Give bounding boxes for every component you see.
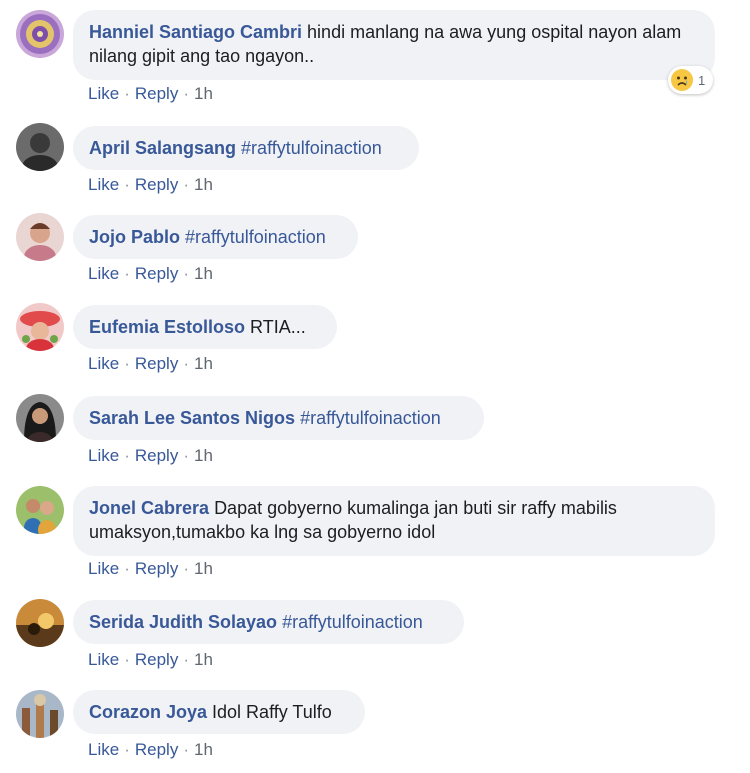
like-link[interactable]: Like [88, 559, 119, 578]
comment-actions: Like · Reply · 1h [88, 559, 213, 579]
separator-dot: · [124, 740, 130, 759]
comment-bubble: April Salangsang #raffytulfoinaction [73, 126, 419, 170]
hashtag-link[interactable]: #raffytulfoinaction [282, 612, 423, 632]
reply-link[interactable]: Reply [135, 446, 178, 465]
separator-dot: · [183, 740, 189, 759]
separator-dot: · [183, 84, 189, 103]
like-link[interactable]: Like [88, 650, 119, 669]
separator-dot: · [183, 354, 189, 373]
separator-dot: · [124, 175, 130, 194]
hashtag-link[interactable]: #raffytulfoinaction [241, 138, 382, 158]
like-link[interactable]: Like [88, 175, 119, 194]
comment-actions: Like · Reply · 1h [88, 84, 213, 104]
comment-actions: Like · Reply · 1h [88, 446, 213, 466]
reply-link[interactable]: Reply [135, 650, 178, 669]
separator-dot: · [124, 84, 130, 103]
separator-dot: · [183, 446, 189, 465]
reaction-number: 1 [698, 72, 706, 88]
author-name[interactable]: Jojo Pablo [89, 227, 180, 247]
comment-text: Idol Raffy Tulfo [212, 702, 332, 722]
avatar[interactable] [16, 690, 64, 738]
hashtag-link[interactable]: #raffytulfoinaction [185, 227, 326, 247]
author-name[interactable]: April Salangsang [89, 138, 236, 158]
timestamp[interactable]: 1h [194, 175, 213, 194]
author-name[interactable]: Jonel Cabrera [89, 498, 209, 518]
like-link[interactable]: Like [88, 264, 119, 283]
like-link[interactable]: Like [88, 354, 119, 373]
separator-dot: · [183, 264, 189, 283]
comment-bubble: Sarah Lee Santos Nigos #raffytulfoinactio… [73, 396, 484, 440]
sad-emoji-icon [670, 68, 694, 92]
comment-text: RTIA... [250, 317, 306, 337]
comment-bubble: Eufemia Estolloso RTIA... [73, 305, 337, 349]
avatar[interactable] [16, 10, 64, 58]
author-name[interactable]: Sarah Lee Santos Nigos [89, 408, 295, 428]
author-name[interactable]: Eufemia Estolloso [89, 317, 245, 337]
comment-bubble: Hanniel Santiago Cambri hindi manlang na … [73, 10, 715, 80]
reply-link[interactable]: Reply [135, 264, 178, 283]
timestamp[interactable]: 1h [194, 740, 213, 759]
timestamp[interactable]: 1h [194, 264, 213, 283]
comment-actions: Like · Reply · 1h [88, 264, 213, 284]
separator-dot: · [183, 650, 189, 669]
reply-link[interactable]: Reply [135, 740, 178, 759]
comment-actions: Like · Reply · 1h [88, 740, 213, 760]
like-link[interactable]: Like [88, 84, 119, 103]
comment-actions: Like · Reply · 1h [88, 175, 213, 195]
timestamp[interactable]: 1h [194, 446, 213, 465]
separator-dot: · [124, 650, 130, 669]
author-name[interactable]: Hanniel Santiago Cambri [89, 22, 302, 42]
reply-link[interactable]: Reply [135, 175, 178, 194]
separator-dot: · [183, 175, 189, 194]
comment-bubble: Jojo Pablo #raffytulfoinaction [73, 215, 358, 259]
reply-link[interactable]: Reply [135, 559, 178, 578]
avatar[interactable] [16, 123, 64, 171]
comment-bubble: Serida Judith Solayao #raffytulfoinaction [73, 600, 464, 644]
separator-dot: · [124, 264, 130, 283]
timestamp[interactable]: 1h [194, 650, 213, 669]
avatar[interactable] [16, 303, 64, 351]
comment-bubble: Corazon Joya Idol Raffy Tulfo [73, 690, 365, 734]
timestamp[interactable]: 1h [194, 84, 213, 103]
comment-actions: Like · Reply · 1h [88, 354, 213, 374]
separator-dot: · [124, 446, 130, 465]
separator-dot: · [124, 559, 130, 578]
comment-actions: Like · Reply · 1h [88, 650, 213, 670]
avatar[interactable] [16, 599, 64, 647]
avatar[interactable] [16, 394, 64, 442]
reply-link[interactable]: Reply [135, 84, 178, 103]
avatar[interactable] [16, 486, 64, 534]
timestamp[interactable]: 1h [194, 559, 213, 578]
author-name[interactable]: Corazon Joya [89, 702, 207, 722]
reaction-count[interactable]: 1 [668, 66, 714, 94]
reply-link[interactable]: Reply [135, 354, 178, 373]
avatar[interactable] [16, 213, 64, 261]
like-link[interactable]: Like [88, 446, 119, 465]
timestamp[interactable]: 1h [194, 354, 213, 373]
separator-dot: · [124, 354, 130, 373]
like-link[interactable]: Like [88, 740, 119, 759]
separator-dot: · [183, 559, 189, 578]
author-name[interactable]: Serida Judith Solayao [89, 612, 277, 632]
hashtag-link[interactable]: #raffytulfoinaction [300, 408, 441, 428]
comment-bubble: Jonel Cabrera Dapat gobyerno kumalinga ja… [73, 486, 715, 556]
